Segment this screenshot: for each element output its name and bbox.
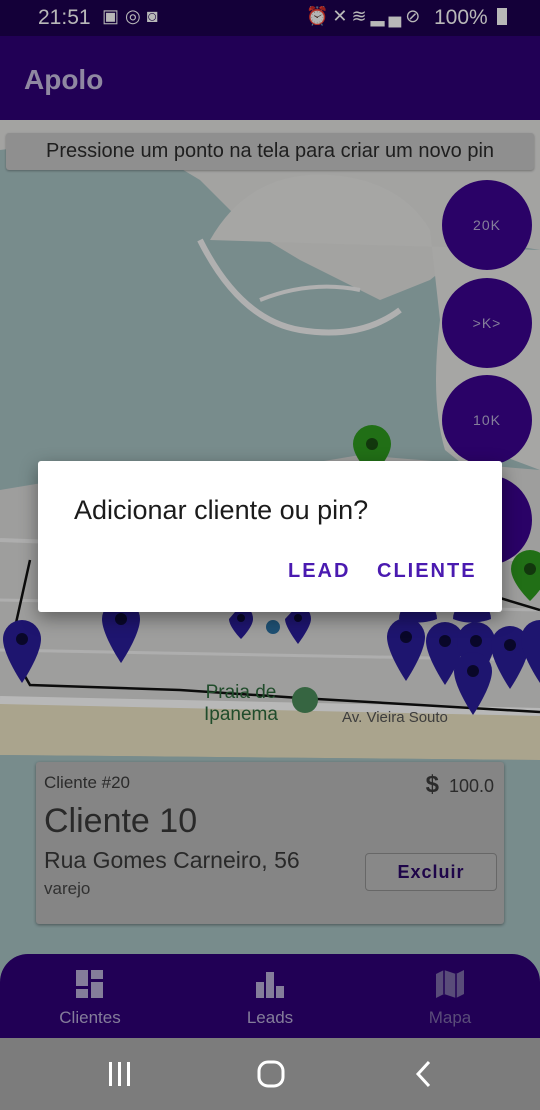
dialog-title: Adicionar cliente ou pin? (74, 495, 369, 525)
back-icon[interactable] (410, 1056, 438, 1092)
recent-apps-icon[interactable] (104, 1056, 136, 1092)
add-dialog: Adicionar cliente ou pin? LEAD CLIENTE (38, 461, 502, 612)
lead-button[interactable]: LEAD (288, 560, 350, 583)
cliente-button[interactable]: CLIENTE (377, 560, 477, 583)
home-icon[interactable] (254, 1056, 288, 1092)
system-navigation-bar (0, 1038, 540, 1110)
